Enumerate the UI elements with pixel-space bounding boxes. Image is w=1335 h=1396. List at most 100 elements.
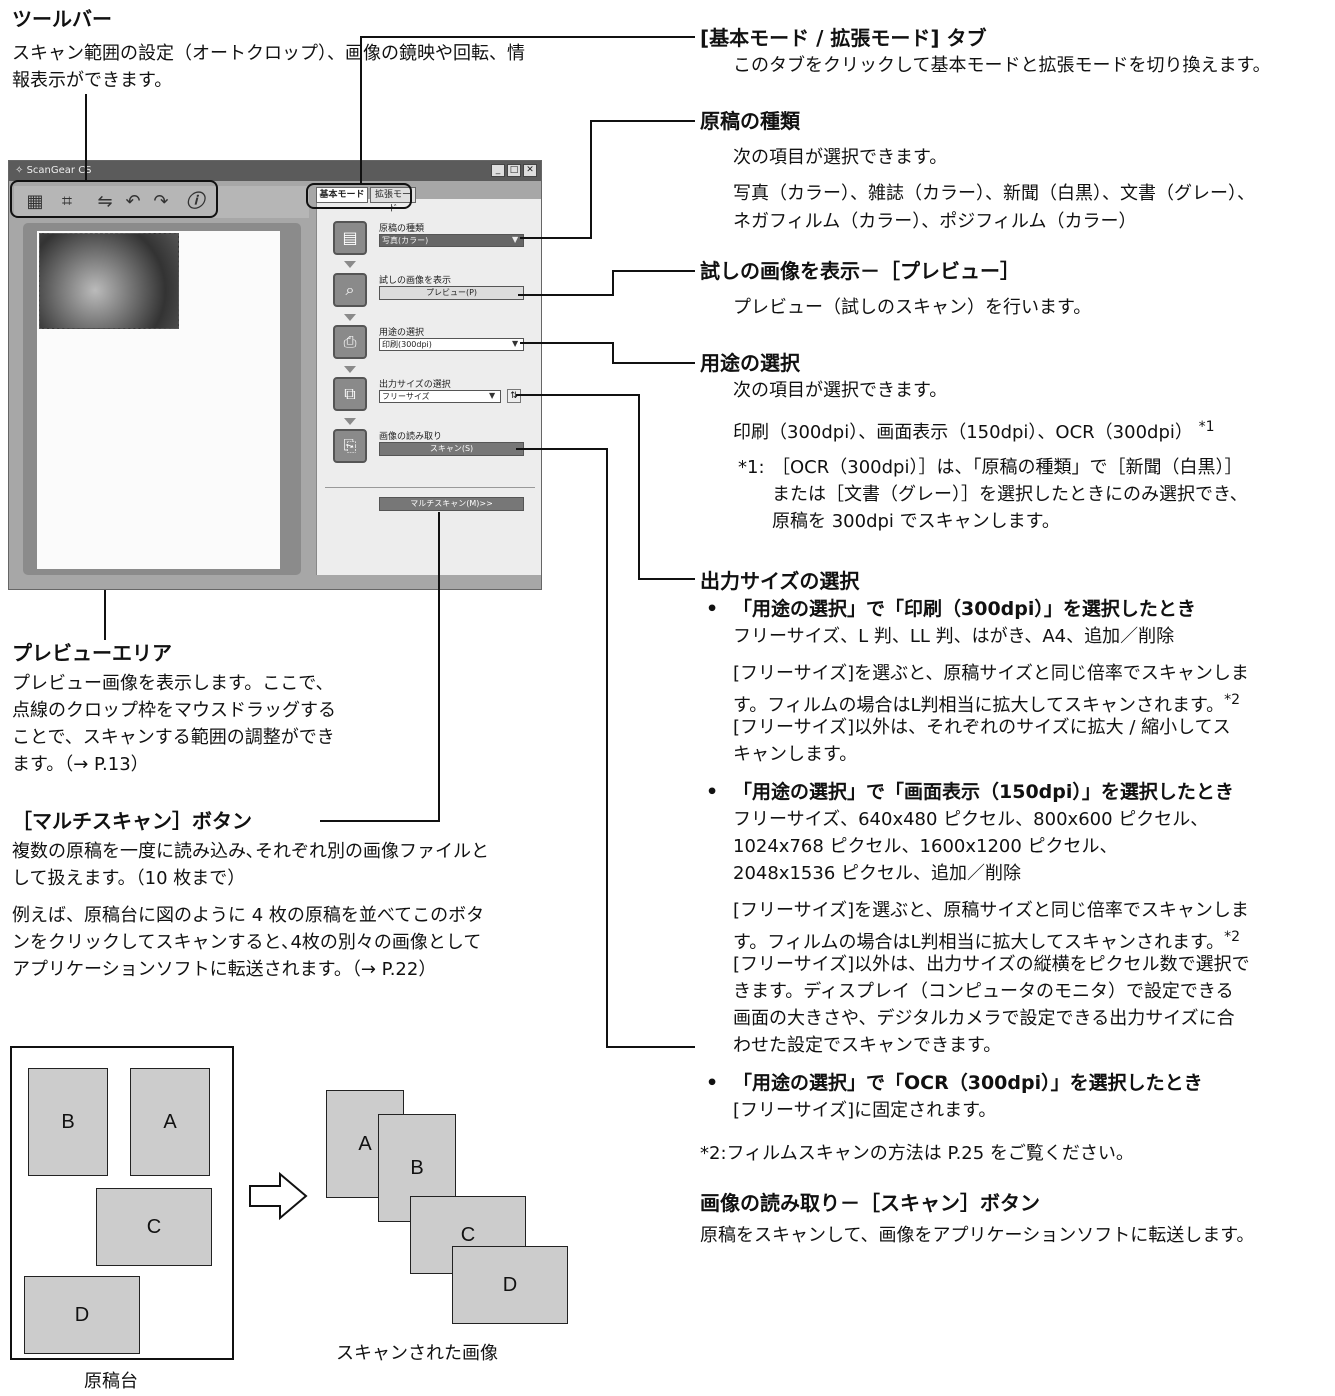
output-line-text: す。フィルムの場合はL判相当に拡大してスキャンされます。 — [733, 932, 1225, 953]
purpose-heading: 用途の選択 — [700, 351, 800, 375]
tab-description: このタブをクリックして基本モードと拡張モードを切り換えます。 — [733, 55, 1271, 76]
footnote-ref: *2 — [1224, 929, 1241, 945]
preview-magnifier-icon: ⌕ — [333, 273, 367, 307]
doc-type-line: 次の項目が選択できます。 — [733, 147, 948, 168]
preview-area-line: 点線のクロップ枠をマウスドラッグする — [12, 700, 336, 721]
purpose-line: 次の項目が選択できます。 — [733, 380, 948, 401]
output-line: [フリーサイズ]を選ぶと、原稿サイズと同じ倍率でスキャンしま — [733, 663, 1249, 684]
step-arrow-icon — [344, 418, 356, 425]
platen-caption: 原稿台 — [84, 1371, 138, 1392]
doc-type-line: 写真（カラー）、雑誌（カラー）、新聞（白黒）、文書（グレー）、 — [733, 183, 1255, 204]
scan-icon: ⎘ — [333, 429, 367, 463]
output-bullet-head: 「用途の選択」で「OCR（300dpi）」を選択したとき — [733, 1072, 1203, 1094]
document-type-label: 原稿の種類 — [379, 224, 425, 234]
settings-panel: 基本モード 拡張モード ▤ 原稿の種類 写真(カラー) ▼ ⌕ 試しの画像を表示… — [316, 187, 541, 575]
minimize-button[interactable]: _ — [491, 164, 505, 177]
note-line: ［OCR（300dpi）］は、「原稿の種類」で［新聞（白黒）］ — [772, 457, 1243, 478]
output-line: フリーサイズ、640x480 ピクセル、800x600 ピクセル、 — [733, 809, 1209, 830]
preview-image-crop[interactable] — [39, 233, 179, 329]
bullet-icon: • — [706, 781, 719, 803]
footnote-ref: *2 — [1224, 692, 1241, 708]
platen-sheet: B — [28, 1068, 108, 1176]
scanned-caption: スキャンされた画像 — [336, 1343, 498, 1364]
step-arrow-icon — [344, 314, 356, 321]
close-button[interactable]: ✕ — [523, 164, 537, 177]
footnote-2: *2:フィルムスキャンの方法は P.25 をご覧ください。 — [700, 1143, 1134, 1164]
document-type-icon: ▤ — [333, 221, 367, 255]
preview-heading: 試しの画像を表示－［プレビュー］ — [700, 259, 1020, 283]
toolbar-description: スキャン範囲の設定（オートクロップ）、画像の鏡映や回転、情報表示ができます。 — [12, 43, 525, 91]
output-size-heading: 出力サイズの選択 — [700, 569, 860, 593]
multiscan-line: アプリケーションソフトに転送されます。（→ P.22） — [12, 959, 437, 980]
output-line: 画面の大きさや、デジタルカメラで設定できる出力サイズに合 — [733, 1008, 1235, 1029]
output-line-text: す。フィルムの場合はL判相当に拡大してスキャンされます。 — [733, 695, 1225, 716]
window-titlebar: ✧ ScanGear CS — [9, 161, 541, 181]
output-line: キャンします。 — [733, 744, 858, 765]
note-mark: *1: — [738, 457, 765, 478]
document-type-select[interactable]: 写真(カラー) — [379, 234, 524, 247]
output-line: [フリーサイズ]に固定されます。 — [733, 1100, 997, 1121]
window-title: ScanGear CS — [26, 165, 92, 176]
output-size-select[interactable]: フリーサイズ — [379, 390, 501, 403]
scan-description: 原稿をスキャンして、画像をアプリケーションソフトに転送します。 — [700, 1225, 1255, 1246]
chevron-down-icon: ▼ — [512, 339, 519, 348]
output-line: きます。ディスプレイ（コンピュータのモニタ）で設定できる — [733, 981, 1234, 1002]
output-size-label: 出力サイズの選択 — [379, 380, 451, 390]
multiscan-line: ンをクリックしてスキャンすると､4枚の別々の画像として — [12, 932, 482, 953]
multiscan-line: 例えば、原稿台に図のように 4 枚の原稿を並べてこのボタ — [12, 905, 485, 926]
toolbar-heading: ツールバー — [12, 7, 112, 31]
output-line: [フリーサイズ]以外は、それぞれのサイズに拡大 / 縮小してス — [733, 717, 1231, 738]
output-bullet-head: 「用途の選択」で「画面表示（150dpi）」を選択したとき — [733, 781, 1234, 803]
output-line: [フリーサイズ]を選ぶと、原稿サイズと同じ倍率でスキャンしま — [733, 900, 1249, 921]
tab-callout — [306, 183, 412, 209]
platen-sheet: C — [96, 1188, 212, 1266]
toolbar-callout — [10, 180, 218, 218]
swap-orientation-icon[interactable]: ⇅ — [507, 389, 521, 403]
preview-area-line: ます。（→ P.13） — [12, 754, 149, 775]
preview-description: プレビュー（試しのスキャン）を行います。 — [733, 297, 1092, 318]
tab-heading: [基本モード / 拡張モード] タブ — [700, 26, 987, 50]
preview-area-heading: プレビューエリア — [12, 641, 172, 665]
maximize-button[interactable]: □ — [507, 164, 521, 177]
output-line: 1024x768 ピクセル、1600x1200 ピクセル、 — [733, 836, 1118, 857]
doc-type-line: ネガフィルム（カラー）、ポジフィルム（カラー） — [733, 211, 1137, 232]
multiscan-line: して扱えます。（10 枚まで） — [12, 868, 246, 889]
preview-label: 試しの画像を表示 — [379, 276, 452, 286]
platen-diagram: B A C D — [10, 1046, 234, 1360]
right-arrow-icon — [249, 1171, 308, 1221]
purpose-line: 印刷（300dpi）、画面表示（150dpi）、OCR（300dpi） *1 — [733, 414, 1215, 446]
preview-area-line: ことで、スキャンする範囲の調整ができ — [12, 727, 335, 748]
output-line: フリーサイズ、L 判、LL 判、はがき、A4、追加／削除 — [733, 626, 1175, 647]
preview-button[interactable]: プレビュー(P) — [379, 286, 524, 300]
note-line: または［文書（グレー）］を選択したときにのみ選択でき、 — [772, 484, 1248, 505]
output-line: わせた設定でスキャンできます。 — [733, 1035, 1002, 1056]
step-arrow-icon — [344, 261, 356, 268]
preview-area-line: プレビュー画像を表示します。ここで、 — [12, 673, 334, 694]
step-arrow-icon — [344, 366, 356, 373]
purpose-options: 印刷（300dpi）、画面表示（150dpi）、OCR（300dpi） — [733, 422, 1193, 443]
scan-label: 画像の読み取り — [379, 432, 443, 442]
chevron-down-icon: ▼ — [489, 391, 496, 400]
app-icon: ✧ — [15, 165, 27, 176]
bullet-icon: • — [706, 598, 719, 620]
purpose-icon: ⎙ — [333, 325, 367, 359]
multiscan-button[interactable]: マルチスキャン(M)>> — [379, 497, 524, 511]
bullet-icon: • — [706, 1072, 719, 1094]
note-line: 原稿を 300dpi でスキャンします。 — [772, 511, 1060, 532]
output-size-icon: ⧉ — [333, 377, 367, 411]
scan-button[interactable]: スキャン(S) — [379, 442, 524, 456]
divider — [325, 487, 535, 488]
scanned-sheet: D — [452, 1246, 568, 1324]
purpose-label: 用途の選択 — [379, 328, 425, 338]
purpose-select[interactable]: 印刷(300dpi) — [379, 338, 524, 351]
output-line: 2048x1536 ピクセル、追加／削除 — [733, 863, 1021, 884]
doc-type-heading: 原稿の種類 — [700, 109, 800, 133]
output-line: [フリーサイズ]以外は、出力サイズの縦横をピクセル数で選択で — [733, 954, 1250, 975]
multiscan-heading: ［マルチスキャン］ボタン — [12, 809, 252, 833]
scangear-window: ✧ ScanGear CS _ □ ✕ ▦ ⌗ ⇋ ↶ ↷ ⓘ 基本モード 拡張… — [8, 160, 542, 590]
chevron-down-icon: ▼ — [512, 235, 519, 244]
multiscan-line: 複数の原稿を一度に読み込み､それぞれ別の画像ファイルと — [12, 841, 489, 862]
platen-sheet: D — [24, 1276, 140, 1354]
output-bullet-head: 「用途の選択」で「印刷（300dpi）」を選択したとき — [733, 598, 1196, 620]
scan-heading: 画像の読み取り－［スキャン］ボタン — [700, 1191, 1040, 1215]
